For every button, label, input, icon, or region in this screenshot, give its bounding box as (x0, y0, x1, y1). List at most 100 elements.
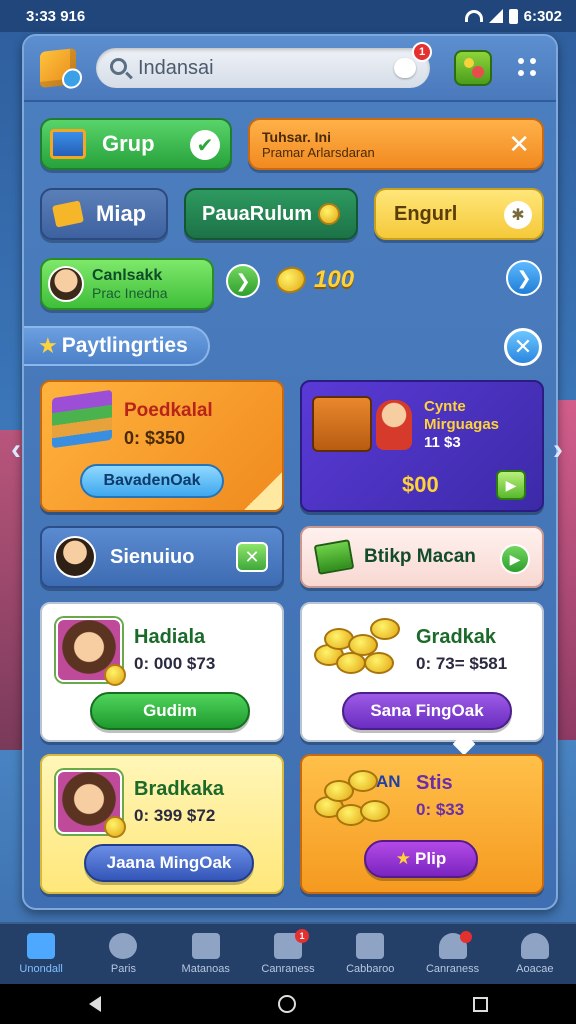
premium-button[interactable]: PauaRulum (184, 188, 358, 240)
coins-pile-icon (314, 618, 406, 680)
offer-card[interactable]: Hadiala 0: 000 $73 Gudim (40, 602, 284, 742)
nav-badge: 1 (294, 929, 309, 943)
notice-line1: Tuhsar. Ini (262, 128, 331, 145)
notice-banner[interactable]: Tuhsar. Ini Pramar Arlarsdaran ✕ (248, 118, 544, 170)
nav-item-bag[interactable]: Matanoas (171, 933, 241, 975)
bank-label: Btikp Macan (364, 546, 476, 567)
nav-item-search[interactable]: Paris (88, 933, 158, 975)
offer-value: 0: 399 $72 (134, 806, 216, 825)
english-button[interactable]: Engurl ✱ (374, 188, 544, 240)
premium-label: PauaRulum (201, 202, 313, 225)
scroll-right-arrow[interactable]: › (550, 430, 566, 470)
offer-value: 0: $33 (416, 800, 465, 819)
promo-title: Poedkalal (124, 400, 213, 421)
nav-label: Canraness (425, 963, 480, 975)
notice-line2: Pramar Arlarsdaran (262, 144, 375, 160)
offer-value: 0: 000 $73 (134, 654, 216, 673)
close-icon[interactable]: ✕ (236, 542, 268, 572)
home-circle-icon[interactable] (277, 995, 296, 1013)
cash-icon (313, 539, 355, 575)
page-fold (244, 472, 282, 510)
status-icons: 6:302 (464, 7, 562, 25)
offer-button[interactable]: ★ Plip (364, 840, 478, 878)
offer-button[interactable]: Sana FingOak (342, 692, 512, 730)
nav-label: Canraness (261, 963, 315, 975)
user-subtitle: Prac Inedna (92, 285, 168, 301)
promo-value: 0: $350 (124, 428, 186, 448)
nav-item-friends[interactable]: Canraness (418, 931, 488, 975)
coin-icon (273, 263, 309, 297)
inventory-box-icon[interactable] (40, 48, 76, 88)
promo-card[interactable]: Poedkalal 0: $350 BavadenOak (40, 380, 284, 512)
offer-button-label: Plip (415, 849, 447, 868)
promo-price: $00 (402, 472, 439, 497)
checkbox-icon (356, 933, 385, 959)
offer-card[interactable]: AN Stis 0: $33 ★ Plip (300, 754, 544, 894)
avatar (56, 618, 126, 686)
search-toggle[interactable] (394, 58, 416, 78)
settings-icon[interactable]: ✱ (504, 201, 532, 229)
offer-card[interactable]: Bradkaka 0: 399 $72 Jaana MingOak (40, 754, 284, 894)
more-menu-icon[interactable] (518, 58, 540, 80)
nav-label: Unondall (19, 963, 63, 975)
notification-badge: 1 (412, 42, 432, 62)
offer-button[interactable]: Gudim (90, 692, 250, 730)
map-label: Miap (96, 201, 147, 226)
bank-button[interactable]: Btikp Macan ▶ (300, 526, 544, 588)
promo-value: 11 $3 (424, 434, 461, 451)
bag-icon (191, 933, 220, 959)
next-arrow-button[interactable]: ❯ (226, 264, 260, 298)
user-name: Canlsakk (92, 267, 163, 284)
gift-icon[interactable] (454, 50, 492, 86)
user-card[interactable]: Canlsakk Prac Inedna (40, 258, 214, 310)
wifi-icon (464, 10, 483, 22)
home-icon (27, 933, 56, 959)
offer-button[interactable]: Jaana MingOak (84, 844, 254, 882)
avatar (56, 770, 126, 838)
recent-apps-icon[interactable] (472, 996, 488, 1012)
coin-reward: 100 (273, 263, 354, 297)
play-icon[interactable]: ▶ (500, 544, 530, 574)
status-bar: 3:33 916 6:302 (0, 0, 576, 32)
rank-label: Sienuiuo (110, 545, 195, 568)
battery-icon (508, 8, 518, 24)
section-close-button[interactable]: ✕ (504, 328, 542, 366)
section-title: Paytlingrties (61, 334, 188, 357)
search-icon (110, 58, 127, 75)
star-icon: ★ (38, 333, 58, 358)
rank-button[interactable]: Sienuiuo ✕ (40, 526, 284, 588)
nav-item-tasks[interactable]: Cabbaroo (335, 933, 405, 975)
signal-icon (488, 9, 503, 23)
scroll-left-arrow[interactable]: ‹ (8, 430, 24, 470)
map-icon (52, 200, 84, 228)
nav-item-profile[interactable]: Aoacae (500, 933, 570, 975)
check-icon: ✔ (190, 130, 220, 160)
promo-card[interactable]: Cynte Mirguagas 11 $3 $00 ▶ (300, 380, 544, 512)
group-board-icon (50, 129, 86, 159)
main-panel: 1 Grup ✔ Tuhsar. Ini Pramar Arlarsdaran … (22, 34, 558, 910)
english-label: Engurl (394, 202, 458, 225)
grup-button[interactable]: Grup ✔ (40, 118, 232, 170)
offer-title: Hadiala (134, 626, 206, 648)
search-icon (109, 933, 138, 959)
bottom-navigation: Unondall Paris Matanoas 1 Canraness Cabb… (0, 922, 576, 984)
search-input[interactable] (138, 57, 358, 80)
battery-text: 6:302 (523, 7, 562, 25)
offer-title: Gradkak (416, 626, 497, 648)
offer-title: Stis (416, 772, 453, 794)
back-icon[interactable] (88, 996, 101, 1012)
map-button[interactable]: Miap (40, 188, 168, 240)
offer-value: 0: 73= $581 (416, 654, 508, 673)
offer-card[interactable]: Gradkak 0: 73= $581 Sana FingOak (300, 602, 544, 742)
close-icon[interactable]: ✕ (508, 130, 530, 158)
nav-item-home[interactable]: Unondall (6, 933, 76, 975)
promo-button[interactable]: BavadenOak (80, 464, 224, 498)
header-bar: 1 (24, 36, 556, 102)
play-icon[interactable]: ▶ (496, 470, 526, 500)
user-texts: Canlsakk Prac Inedna (92, 267, 168, 301)
forward-arrow-button[interactable]: ❯ (506, 260, 542, 296)
search-bar[interactable]: 1 (96, 42, 432, 88)
nav-item-checklist[interactable]: 1 Canraness (253, 929, 323, 975)
avatar (48, 266, 84, 302)
nav-label: Aoacae (516, 963, 554, 975)
